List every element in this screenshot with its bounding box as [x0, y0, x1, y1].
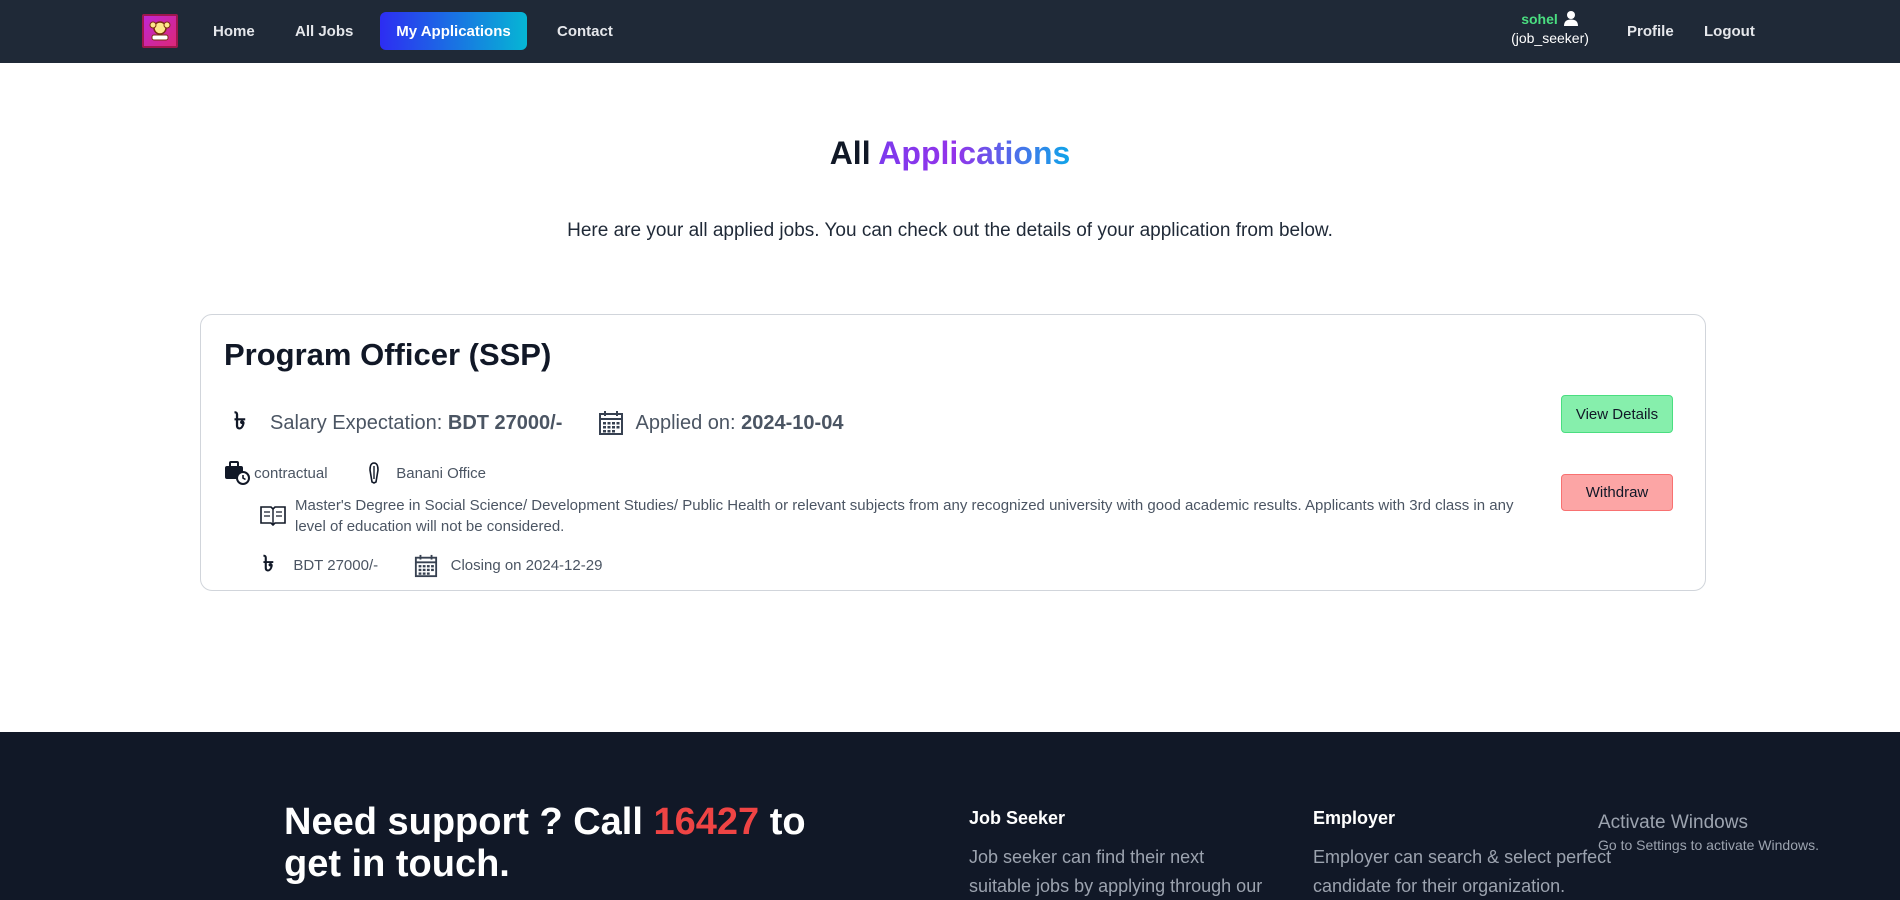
application-summary: ৳ Salary Expectation: BDT 27000/- Applie… [234, 403, 843, 443]
job-title: Program Officer (SSP) [224, 337, 552, 372]
withdraw-button[interactable]: Withdraw [1561, 474, 1673, 511]
page-subtitle: Here are your all applied jobs. You can … [567, 220, 1333, 241]
application-card: Program Officer (SSP) ৳ Salary Expectati… [200, 314, 1706, 591]
watermark-line1: Activate Windows [1598, 812, 1748, 833]
view-details-button[interactable]: View Details [1561, 395, 1673, 433]
site-logo[interactable] [142, 14, 178, 48]
user-info[interactable]: sohel (job_seeker) [1500, 10, 1600, 47]
taka-icon: ৳ [234, 408, 246, 435]
page-title: All Applications [0, 135, 1900, 172]
user-icon [1563, 11, 1578, 26]
employer-text: Employer can search & select perfect can… [1313, 847, 1612, 896]
logo-icon [149, 21, 171, 41]
support-heading: Need support ? Call 16427 to get in touc… [284, 801, 844, 885]
footer-job-seeker: Job Seeker Job seeker can find their nex… [969, 808, 1269, 900]
calendar-icon [599, 411, 624, 435]
salary-label: Salary Expectation: [270, 411, 443, 434]
user-name-row: sohel [1500, 10, 1600, 27]
job-seeker-heading: Job Seeker [969, 808, 1066, 828]
nav-logout[interactable]: Logout [1704, 0, 1755, 63]
job-type: contractual [254, 464, 328, 482]
user-name: sohel [1521, 10, 1558, 27]
education-book-icon [260, 506, 286, 527]
nav-contact[interactable]: Contact [557, 0, 613, 63]
closing-calendar-icon [415, 554, 438, 577]
job-salary: BDT 27000/- [293, 557, 379, 574]
user-role: (job_seeker) [1511, 30, 1589, 46]
support-phone: 16427 [653, 801, 760, 843]
job-location: Banani Office [396, 464, 486, 482]
support-prefix: Need support ? Call [284, 801, 643, 843]
applied-value: 2024-10-04 [741, 411, 844, 434]
footer-employer: Employer Employer can search & select pe… [1313, 808, 1613, 900]
taka-small-icon: ৳ [263, 551, 274, 576]
page-title-plain: All [829, 135, 871, 171]
requirement-text: Master's Degree in Social Science/ Devel… [295, 497, 1514, 535]
nav-profile[interactable]: Profile [1627, 0, 1674, 63]
employer-heading: Employer [1313, 808, 1396, 828]
nav-all-jobs[interactable]: All Jobs [295, 0, 353, 63]
applied-label: Applied on: [635, 411, 736, 434]
job-type-icon [225, 461, 250, 485]
job-requirement: Master's Degree in Social Science/ Devel… [259, 495, 1539, 537]
nav-home[interactable]: Home [213, 0, 255, 63]
job-meta: contractual Banani Office [224, 461, 486, 485]
job-seeker-text: Job seeker can find their next suitable … [969, 847, 1263, 896]
job-salary-closing: ৳ BDT 27000/- Closing on 2024-12-29 [263, 547, 602, 584]
closing-date: Closing on 2024-12-29 [450, 557, 603, 574]
top-navbar: Home All Jobs My Applications Contact so… [0, 0, 1900, 63]
nav-my-applications[interactable]: My Applications [380, 12, 527, 50]
watermark-line2: Go to Settings to activate Windows. [1598, 837, 1819, 853]
page-title-accent: Applications [878, 135, 1071, 171]
location-pin-icon [368, 462, 379, 484]
activate-windows-watermark: Activate Windows Go to Settings to activ… [1598, 812, 1819, 853]
salary-value: BDT 27000/- [447, 411, 563, 434]
